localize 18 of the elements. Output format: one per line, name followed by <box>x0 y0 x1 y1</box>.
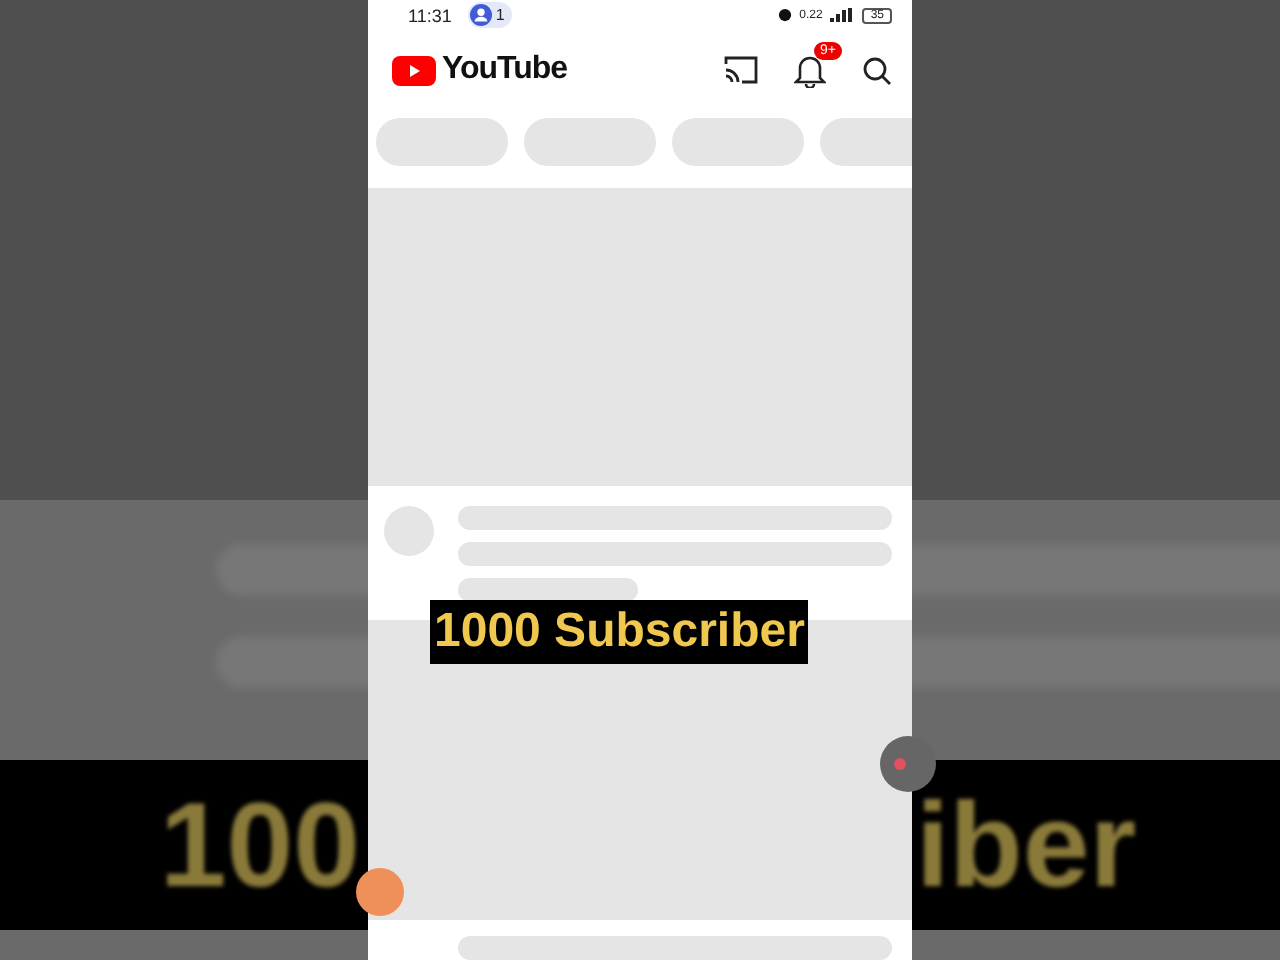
youtube-logo[interactable]: YouTube <box>392 52 568 89</box>
filter-chip-placeholder <box>376 117 508 166</box>
blurred-caption: iber <box>916 776 1137 914</box>
video-caption: 1000 Subscriber <box>430 600 809 664</box>
record-button[interactable] <box>880 736 936 793</box>
account-indicator: 1 <box>467 2 513 29</box>
status-time: 11:31 <box>408 5 452 26</box>
filter-chip-placeholder <box>820 117 912 166</box>
filter-chip-placeholder <box>524 117 656 166</box>
bell-icon[interactable] <box>794 53 826 88</box>
filter-chip-placeholder <box>672 117 804 166</box>
blurred-caption: 100 <box>159 776 360 914</box>
search-icon[interactable] <box>862 55 892 86</box>
avatar-placeholder <box>384 506 434 557</box>
brush-button[interactable] <box>356 868 404 916</box>
alarm-icon <box>777 8 792 23</box>
signal-icon <box>830 8 855 23</box>
cast-icon[interactable] <box>724 56 758 85</box>
